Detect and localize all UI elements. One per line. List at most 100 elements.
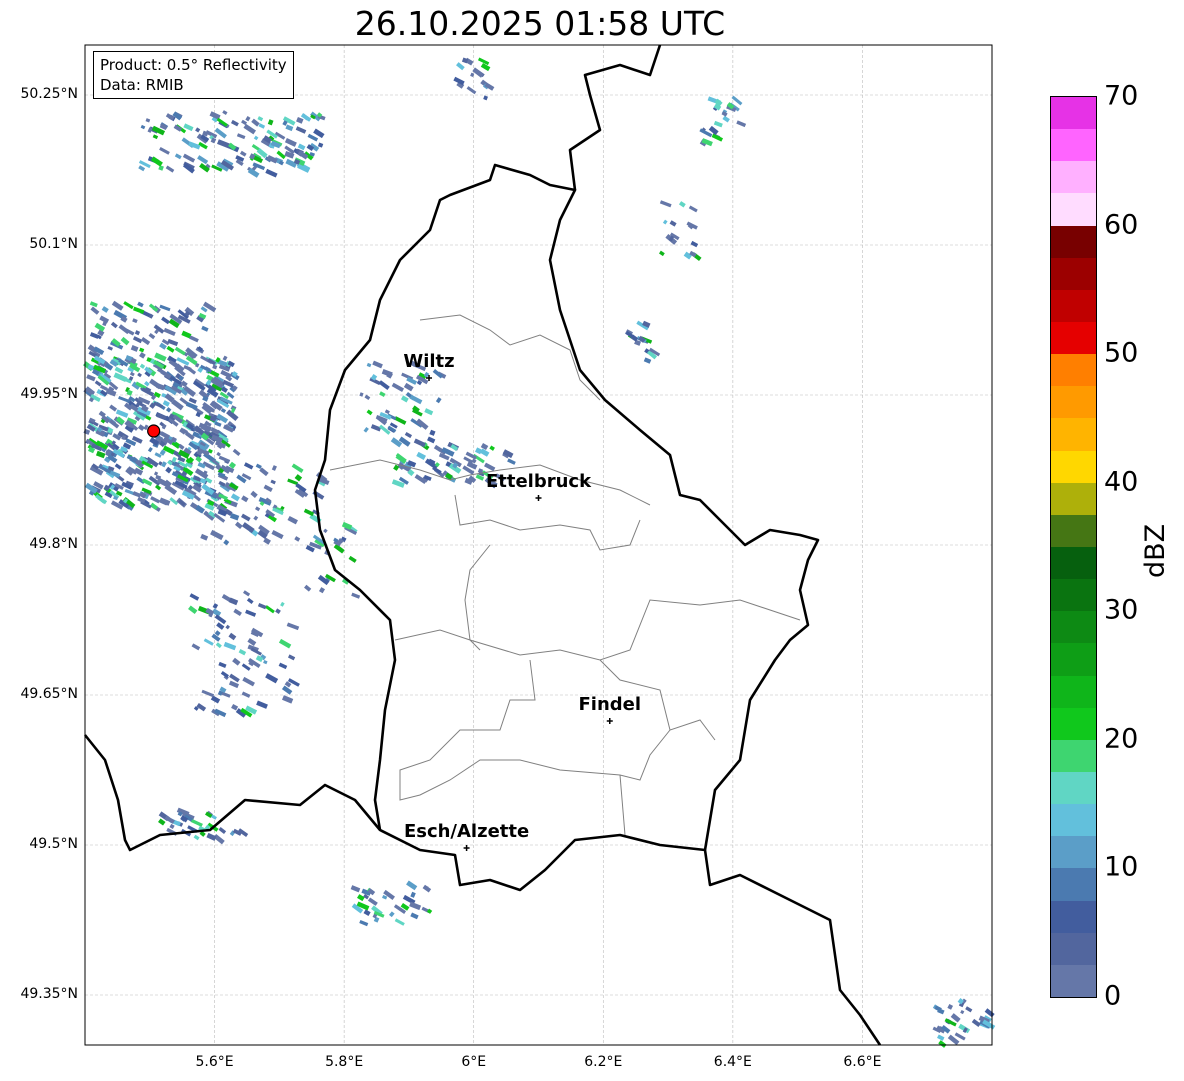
colorbar-swatch [1051,514,1096,548]
echo-pixel [404,431,413,439]
echo-pixel [241,522,255,534]
echo-pixel [218,826,227,834]
echo-pixel [118,324,130,335]
colorbar-swatch [1051,675,1096,708]
colorbar-label: dBZ [1140,523,1171,578]
lat-tick-label: 49.95°N [20,386,78,402]
city-label: Esch/Alzette [403,821,530,842]
echo-pixel [165,466,172,474]
echo-pixel [132,318,138,324]
echo-pixel [185,401,198,410]
echo-pixel [148,332,156,340]
colorbar-swatch [1051,707,1096,740]
echo-pixel [195,127,201,133]
echo-pixel [193,834,200,841]
echo-pixel [713,120,723,128]
echo-pixel [253,135,259,141]
echo-pixel [231,703,239,711]
echo-pixel [164,815,175,824]
echo-pixel [280,601,285,607]
echo-pixel [416,451,426,461]
colorbar-swatch [1051,611,1096,644]
echo-pixel [123,301,134,310]
echo-pixel [950,1013,961,1023]
echo-pixel [212,603,219,609]
echo-pixel [483,95,488,101]
echo-pixel [190,818,203,827]
echo-pixel [711,133,724,142]
echo-pixel [287,515,298,525]
echo-pixel [156,383,166,391]
lon-tick-label: 5.8°E [325,1054,364,1070]
echo-pixel [211,633,221,642]
colorbar-tick-label: 20 [1104,723,1139,755]
echo-pixel [140,336,151,346]
echo-pixel [688,205,698,213]
echo-pixel [161,461,167,468]
echo-pixel [669,220,677,227]
echo-pixel [348,555,357,563]
echo-pixel [169,823,175,829]
echo-pixel [250,490,258,498]
echo-pixel [391,382,405,392]
colorbar-swatch [1051,547,1096,580]
echo-pixel [429,429,436,436]
echo-pixel [484,462,496,472]
echo-pixel [159,147,170,155]
lat-tick-label: 49.8°N [29,536,78,552]
echo-pixel [220,408,227,414]
echo-pixel [223,539,230,546]
echo-pixel [359,919,369,927]
echo-pixel [241,513,251,522]
city-label: Ettelbruck [485,471,592,492]
echo-pixel [286,622,300,631]
echo-pixel [114,463,122,470]
echo-pixel [690,240,699,248]
echo-pixel [372,360,383,369]
echo-pixel [166,345,175,353]
lon-tick-label: 6.4°E [713,1054,752,1070]
echo-pixel [241,495,249,503]
echo-pixel [284,138,297,147]
echo-pixel [111,300,124,311]
echo-pixel [275,608,281,614]
echo-pixel [120,336,130,346]
echo-pixel [212,364,218,370]
echo-pixel [456,62,465,71]
echo-pixel [271,530,284,540]
echo-pixel [134,330,141,336]
radar-map[interactable] [0,0,1184,1081]
echo-pixel [307,133,319,142]
colorbar-swatch [1051,482,1096,515]
echo-pixel [678,201,686,208]
echo-pixel [947,1004,954,1010]
colorbar-tick-label: 30 [1104,594,1139,626]
echo-pixel [370,424,382,432]
city-marker [606,718,613,724]
echo-pixel [110,321,118,329]
echo-pixel [245,609,257,617]
echo-pixel [162,400,170,407]
lat-tick-label: 49.65°N [20,686,78,702]
radar-site-marker [147,424,161,438]
echo-pixel [214,614,227,625]
echo-pixel [86,374,96,382]
echo-pixel [251,144,260,151]
echo-pixel [359,392,364,397]
canton-borders [329,314,801,836]
echo-pixel [480,62,491,72]
echo-pixel [129,371,135,377]
echo-pixel [489,445,495,451]
echo-pixel [257,116,264,122]
echo-pixel [435,397,442,404]
echo-pixel [413,438,426,448]
echo-pixel [203,638,214,646]
radar-echoes [83,57,996,1048]
echo-pixel [137,372,142,378]
echo-pixel [424,408,434,416]
echo-pixel [159,304,171,312]
echo-pixel [938,1040,947,1048]
echo-pixel [99,384,108,391]
echo-pixel [101,306,109,313]
echo-pixel [214,421,222,427]
